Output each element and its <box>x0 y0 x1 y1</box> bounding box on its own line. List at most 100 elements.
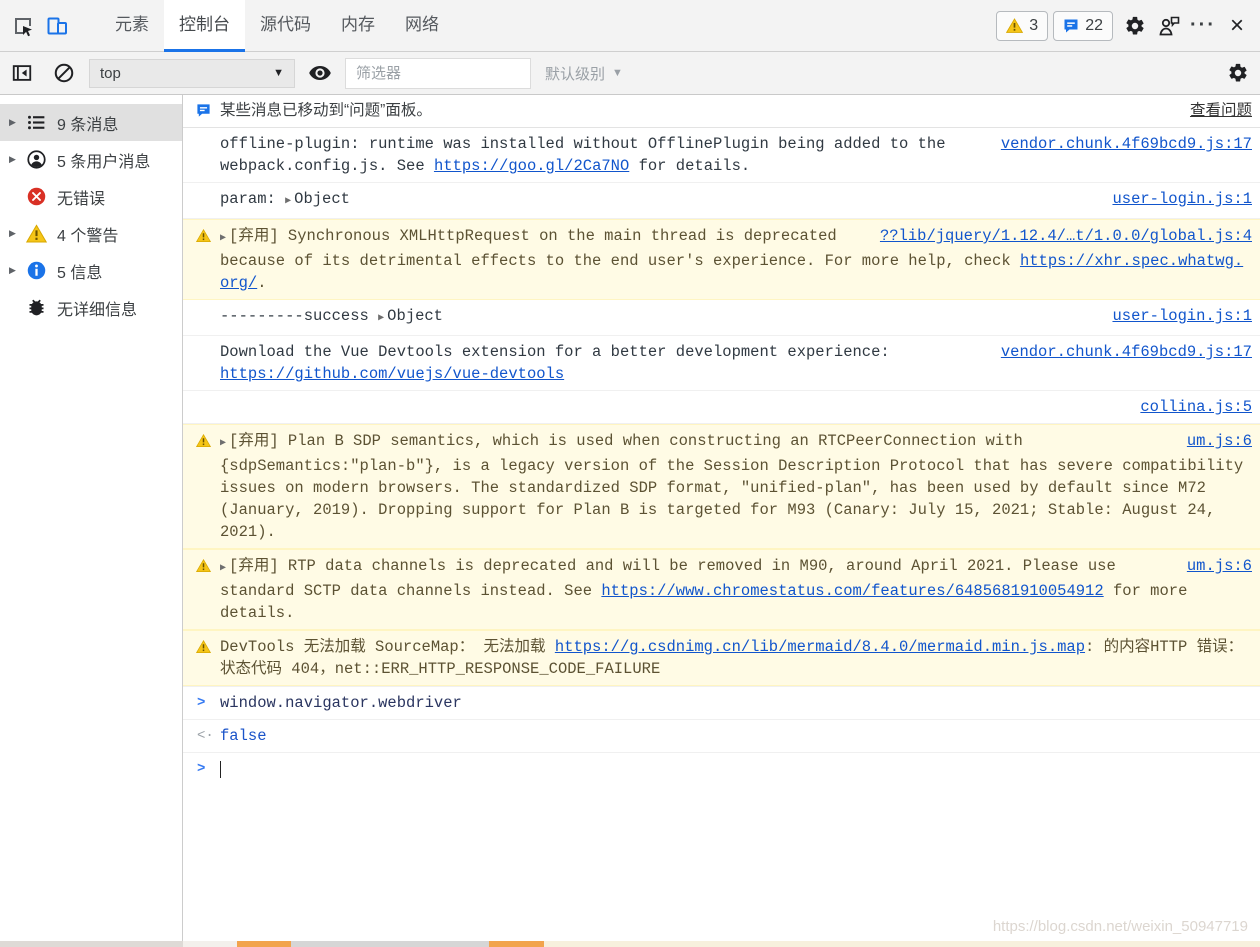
device-toolbar-icon[interactable] <box>40 9 74 43</box>
console-message-log: vendor.chunk.4f69bcd9.js:17Download the … <box>183 336 1260 391</box>
source-link[interactable]: vendor.chunk.4f69bcd9.js:17 <box>1001 135 1252 153</box>
settings-gear-icon[interactable] <box>1118 9 1152 43</box>
sidebar-item-label: 5 信息 <box>57 259 102 283</box>
strip-segment <box>0 941 183 947</box>
inspect-cursor-icon[interactable] <box>6 9 40 43</box>
expand-triangle-icon[interactable]: ▶ <box>378 313 387 324</box>
warning-icon <box>26 223 47 244</box>
feedback-icon[interactable] <box>1152 9 1186 43</box>
message-text: param: ▶Object <box>220 190 350 208</box>
message-text: window.navigator.webdriver <box>220 694 462 712</box>
log-level-select[interactable]: 默认级别 ▼ <box>539 63 629 84</box>
strip-segment <box>544 941 1260 947</box>
more-menu-icon[interactable]: ··· <box>1186 9 1220 43</box>
message-text: false <box>220 727 267 745</box>
source-link[interactable]: user-login.js:1 <box>1112 307 1252 325</box>
sidebar-item-label: 5 条用户消息 <box>57 148 150 172</box>
live-expression-eye-icon[interactable] <box>303 56 337 90</box>
prompt-chevron-icon: > <box>197 758 205 780</box>
bug-icon <box>26 297 47 318</box>
console-sidebar: ▶9 条消息 ▶ 5 条用户消息无错误 ▶ 4 个警告 ▶ 5 信息无详细信息 <box>0 95 183 946</box>
message-link[interactable]: https://github.com/vuejs/vue-devtools <box>220 365 564 383</box>
result-chevron-icon: <· <box>197 725 214 747</box>
strip-segment <box>489 941 544 947</box>
source-link[interactable]: um.js:6 <box>1187 557 1252 575</box>
warnings-badge[interactable]: 3 <box>996 11 1048 41</box>
warning-icon <box>196 639 211 654</box>
message-link[interactable]: https://g.csdnimg.cn/lib/mermaid/8.4.0/m… <box>555 638 1085 656</box>
log-level-value: 默认级别 <box>545 63 605 84</box>
tab-memory[interactable]: 内存 <box>326 0 390 52</box>
expand-triangle-icon[interactable]: ▶ <box>220 438 229 449</box>
console-message-warning: um.js:6▶[弃用] RTP data channels is deprec… <box>183 549 1260 630</box>
message-text: DevTools 无法加载 SourceMap： 无法加载 https://g.… <box>220 638 1243 678</box>
message-text: 某些消息已移动到“问题”面板。 <box>220 102 432 119</box>
sidebar-item[interactable]: 无错误 <box>0 178 182 215</box>
expand-arrow-icon: ▶ <box>5 265 20 276</box>
console-message-warning: um.js:6▶[弃用] Plan B SDP semantics, which… <box>183 424 1260 549</box>
text-cursor <box>220 761 221 778</box>
console-message-log: collina.js:5 <box>183 391 1260 424</box>
devtools-tabbar: 元素 控制台 源代码 内存 网络 3 22 ··· × <box>0 0 1260 52</box>
warning-icon <box>196 433 211 448</box>
close-icon[interactable]: × <box>1220 9 1254 43</box>
view-issues-link[interactable]: 查看问题 <box>1190 100 1252 122</box>
expand-triangle-icon[interactable]: ▶ <box>220 563 229 574</box>
console-message-warning: ??lib/jquery/1.12.4/…t/1.0.0/global.js:4… <box>183 219 1260 300</box>
expand-arrow-icon: ▶ <box>5 154 20 165</box>
console-main: ▶9 条消息▶5 条用户消息无错误▶4 个警告▶5 信息无详细信息 查看问题某些… <box>0 95 1260 946</box>
context-select[interactable]: top ▼ <box>89 59 295 88</box>
clear-console-icon[interactable] <box>47 56 81 90</box>
issues-badge[interactable]: 22 <box>1053 11 1113 41</box>
console-message-log: user-login.js:1 param: ▶Object <box>183 183 1260 219</box>
sidebar-item[interactable]: 无详细信息 <box>0 289 182 326</box>
tab-console[interactable]: 控制台 <box>164 0 245 52</box>
strip-segment <box>237 941 291 947</box>
toggle-sidebar-icon[interactable] <box>5 56 39 90</box>
source-link[interactable]: ??lib/jquery/1.12.4/…t/1.0.0/global.js:4 <box>880 227 1252 245</box>
sidebar-item-label: 无详细信息 <box>57 296 137 320</box>
expand-arrow-icon: ▶ <box>5 228 20 239</box>
devtools-window: 元素 控制台 源代码 内存 网络 3 22 ··· × <box>0 0 1260 947</box>
console-message-log: user-login.js:1 ---------success ▶Object <box>183 300 1260 336</box>
message-text: ▶[弃用] RTP data channels is deprecated an… <box>220 557 1187 622</box>
filter-input[interactable] <box>345 58 531 89</box>
command-chevron-icon: > <box>197 692 205 714</box>
expand-triangle-icon[interactable]: ▶ <box>285 196 294 207</box>
tab-sources[interactable]: 源代码 <box>245 0 326 52</box>
expand-triangle-icon[interactable]: ▶ <box>220 233 229 244</box>
source-link[interactable]: user-login.js:1 <box>1112 190 1252 208</box>
sidebar-item-label: 4 个警告 <box>57 222 118 246</box>
tab-network[interactable]: 网络 <box>390 0 454 52</box>
console-message-infobar: 查看问题 某些消息已移动到“问题”面板。 <box>183 95 1260 128</box>
issues-count: 22 <box>1085 17 1103 35</box>
console-toolbar: top ▼ 默认级别 ▼ <box>0 52 1260 95</box>
chevron-down-icon: ▼ <box>612 67 623 79</box>
warning-triangle-icon <box>1006 18 1023 33</box>
console-message-result: <· false <box>183 720 1260 753</box>
sidebar-item[interactable]: ▶ 5 信息 <box>0 252 182 289</box>
console-message-prompt[interactable]: > <box>183 753 1260 785</box>
tab-elements[interactable]: 元素 <box>100 0 164 52</box>
user-icon <box>26 149 47 170</box>
strip-segment <box>183 941 237 947</box>
issues-bubble-icon <box>196 103 211 118</box>
source-link[interactable]: vendor.chunk.4f69bcd9.js:17 <box>1001 343 1252 361</box>
sidebar-item[interactable]: ▶ 5 条用户消息 <box>0 141 182 178</box>
chevron-down-icon: ▼ <box>273 67 284 79</box>
console-message-log: vendor.chunk.4f69bcd9.js:17offline-plugi… <box>183 128 1260 183</box>
console-message-list: 查看问题 某些消息已移动到“问题”面板。 vendor.chunk.4f69bcd9… <box>183 95 1260 785</box>
info-icon <box>26 260 47 281</box>
warning-icon <box>196 558 211 573</box>
console-message-warning: DevTools 无法加载 SourceMap： 无法加载 https://g.… <box>183 630 1260 686</box>
message-link[interactable]: https://goo.gl/2Ca7NO <box>434 157 629 175</box>
source-link[interactable]: collina.js:5 <box>1140 398 1252 416</box>
sidebar-item[interactable]: ▶ 4 个警告 <box>0 215 182 252</box>
message-link[interactable]: https://www.chromestatus.com/features/64… <box>601 582 1103 600</box>
console-settings-gear-icon[interactable] <box>1221 56 1255 90</box>
sidebar-item[interactable]: ▶9 条消息 <box>0 104 182 141</box>
messages-list-icon <box>26 112 47 133</box>
sidebar-item-label: 9 条消息 <box>57 111 118 135</box>
message-text: ---------success ▶Object <box>220 307 443 325</box>
source-link[interactable]: um.js:6 <box>1187 432 1252 450</box>
